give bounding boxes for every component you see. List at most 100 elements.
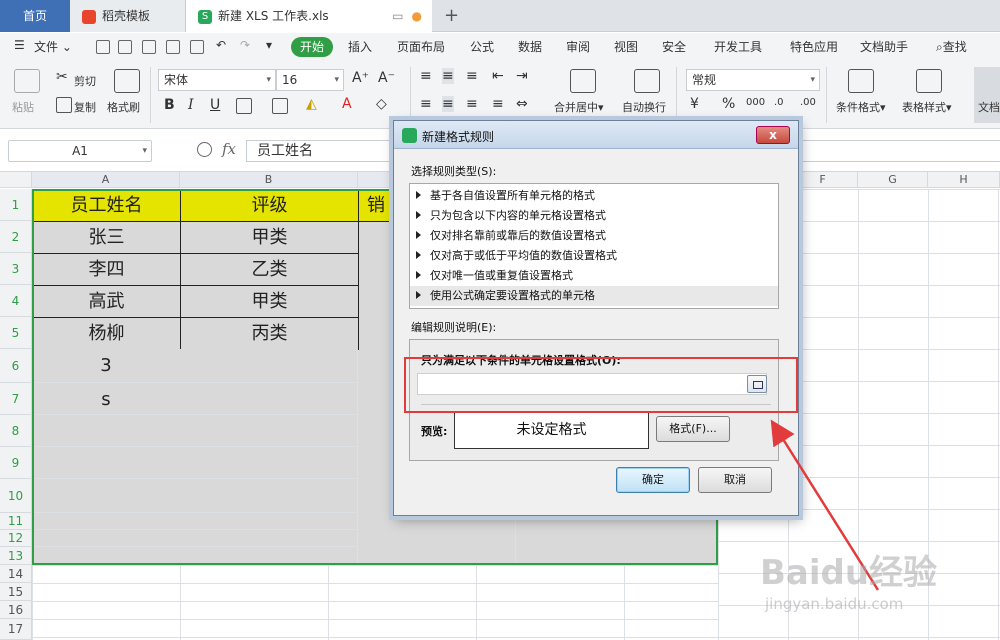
decrease-font-icon[interactable]: A⁻ bbox=[378, 70, 395, 86]
currency-icon[interactable]: ¥ bbox=[690, 96, 699, 112]
number-format-select[interactable]: 常规 ▾ bbox=[686, 69, 820, 91]
cell-b13[interactable] bbox=[180, 547, 358, 565]
print-icon[interactable] bbox=[166, 40, 180, 54]
increase-decimal-icon[interactable]: .0 bbox=[774, 97, 784, 108]
cell-b9[interactable] bbox=[180, 447, 358, 479]
merge-center-icon[interactable] bbox=[570, 69, 596, 93]
cell-a10[interactable] bbox=[32, 479, 181, 513]
font-color-icon[interactable]: A bbox=[342, 96, 352, 112]
copy-button[interactable]: 复制 bbox=[74, 99, 96, 115]
borders-icon[interactable] bbox=[236, 98, 252, 114]
menu-file[interactable]: 文件 ⌄ bbox=[34, 38, 72, 55]
menu-data[interactable]: 数据 bbox=[518, 38, 542, 55]
menu-review[interactable]: 审阅 bbox=[566, 38, 590, 55]
row-header[interactable]: 7 bbox=[0, 383, 32, 415]
open-folder-icon[interactable] bbox=[96, 40, 110, 54]
cell-a3[interactable]: 李四 bbox=[32, 253, 181, 286]
menu-page-layout[interactable]: 页面布局 bbox=[397, 38, 445, 55]
cut-button[interactable]: 剪切 bbox=[74, 73, 96, 89]
undo-icon[interactable]: ↶ bbox=[216, 38, 226, 52]
format-painter-button[interactable]: 格式刷 bbox=[107, 99, 140, 115]
paste-icon[interactable] bbox=[14, 69, 40, 93]
align-center-icon[interactable]: ≡ bbox=[442, 96, 454, 112]
row-header[interactable]: 9 bbox=[0, 447, 32, 479]
row-header[interactable]: 4 bbox=[0, 285, 32, 317]
column-header-b[interactable]: B bbox=[180, 172, 358, 188]
tab-docer-template[interactable]: 稻壳模板 bbox=[70, 0, 186, 32]
thousands-icon[interactable]: 000 bbox=[746, 97, 765, 108]
row-header[interactable]: 10 bbox=[0, 479, 32, 513]
cell-a7[interactable]: s bbox=[32, 383, 181, 415]
cell-b3[interactable]: 乙类 bbox=[180, 253, 359, 286]
align-middle-icon[interactable]: ≡ bbox=[442, 68, 454, 84]
align-bottom-icon[interactable]: ≡ bbox=[466, 68, 478, 84]
decrease-decimal-icon[interactable]: .00 bbox=[800, 97, 816, 108]
cell-a11[interactable] bbox=[32, 513, 181, 530]
indent-increase-icon[interactable]: ⇥ bbox=[516, 68, 528, 84]
tab-home[interactable]: 首页 bbox=[0, 0, 70, 32]
justify-icon[interactable]: ≡ bbox=[492, 96, 504, 112]
cell-a2[interactable]: 张三 bbox=[32, 221, 181, 254]
italic-icon[interactable]: I bbox=[188, 97, 194, 113]
cell-style-icon[interactable] bbox=[272, 98, 288, 114]
column-header-g[interactable]: G bbox=[858, 172, 928, 188]
cell-b5[interactable]: 丙类 bbox=[180, 317, 359, 350]
increase-font-icon[interactable]: A⁺ bbox=[352, 70, 369, 86]
new-tab-button[interactable]: + bbox=[444, 0, 459, 32]
cell-b6[interactable] bbox=[180, 349, 358, 383]
cell-b11[interactable] bbox=[180, 513, 358, 530]
cell-b10[interactable] bbox=[180, 479, 358, 513]
fill-color-icon[interactable]: ◭ bbox=[306, 96, 317, 112]
row-header[interactable]: 8 bbox=[0, 415, 32, 447]
row-header[interactable]: 13 bbox=[0, 547, 32, 565]
cell-b1[interactable]: 评级 bbox=[180, 189, 359, 222]
wrap-text-icon[interactable] bbox=[634, 69, 660, 93]
bold-icon[interactable]: B bbox=[164, 97, 175, 113]
table-style-icon[interactable] bbox=[916, 69, 942, 93]
cell-b7[interactable] bbox=[180, 383, 358, 415]
menu-view[interactable]: 视图 bbox=[614, 38, 638, 55]
hamburger-icon[interactable]: ☰ bbox=[14, 38, 25, 52]
cell-d11[interactable] bbox=[516, 513, 718, 565]
rule-type-item[interactable]: 仅对唯一值或重复值设置格式 bbox=[410, 266, 778, 286]
cell-b8[interactable] bbox=[180, 415, 358, 447]
row-header[interactable]: 16 bbox=[0, 601, 32, 619]
close-button[interactable]: x bbox=[756, 126, 790, 144]
row-header[interactable]: 2 bbox=[0, 221, 32, 253]
export-pdf-icon[interactable] bbox=[142, 40, 156, 54]
cell-b12[interactable] bbox=[180, 530, 358, 547]
wrap-text-button[interactable]: 自动换行 bbox=[622, 99, 666, 115]
format-painter-icon[interactable] bbox=[114, 69, 140, 93]
cancel-button[interactable]: 取消 bbox=[698, 467, 772, 493]
row-header[interactable]: 12 bbox=[0, 530, 32, 547]
row-header[interactable]: 15 bbox=[0, 583, 32, 601]
indent-decrease-icon[interactable]: ⇤ bbox=[492, 68, 504, 84]
copy-icon[interactable] bbox=[56, 97, 72, 113]
menu-special[interactable]: 特色应用 bbox=[790, 38, 838, 55]
clear-format-icon[interactable]: ◇ bbox=[376, 96, 387, 112]
column-header-h[interactable]: H bbox=[928, 172, 1000, 188]
name-box[interactable]: A1 ▾ bbox=[8, 140, 152, 162]
rule-type-item[interactable]: 基于各自值设置所有单元格的格式 bbox=[410, 186, 778, 206]
cell-a6[interactable]: 3 bbox=[32, 349, 181, 383]
row-header[interactable]: 14 bbox=[0, 565, 32, 583]
merge-center-button[interactable]: 合并居中▾ bbox=[554, 99, 604, 115]
align-top-icon[interactable]: ≡ bbox=[420, 68, 432, 84]
format-button[interactable]: 格式(F)... bbox=[656, 416, 730, 442]
rule-type-item-selected[interactable]: 使用公式确定要设置格式的单元格 bbox=[410, 286, 778, 306]
empty-cells[interactable] bbox=[32, 565, 718, 640]
column-header-a[interactable]: A bbox=[32, 172, 180, 188]
distribute-icon[interactable]: ⇔ bbox=[516, 96, 528, 112]
cell-a9[interactable] bbox=[32, 447, 181, 479]
row-header[interactable]: 3 bbox=[0, 253, 32, 285]
monitor-icon[interactable]: ▭ bbox=[392, 9, 403, 23]
rule-type-item[interactable]: 仅对高于或低于平均值的数值设置格式 bbox=[410, 246, 778, 266]
font-size-select[interactable]: 16 ▾ bbox=[276, 69, 344, 91]
rule-type-item[interactable]: 只为包含以下内容的单元格设置格式 bbox=[410, 206, 778, 226]
formula-condition-input[interactable] bbox=[417, 373, 767, 395]
cell-a1[interactable]: 员工姓名 bbox=[32, 189, 181, 222]
row-header[interactable]: 1 bbox=[0, 189, 32, 221]
tab-active-file[interactable]: S 新建 XLS 工作表.xls ▭ ● bbox=[186, 0, 432, 32]
cell-b4[interactable]: 甲类 bbox=[180, 285, 359, 318]
cell-a8[interactable] bbox=[32, 415, 181, 447]
